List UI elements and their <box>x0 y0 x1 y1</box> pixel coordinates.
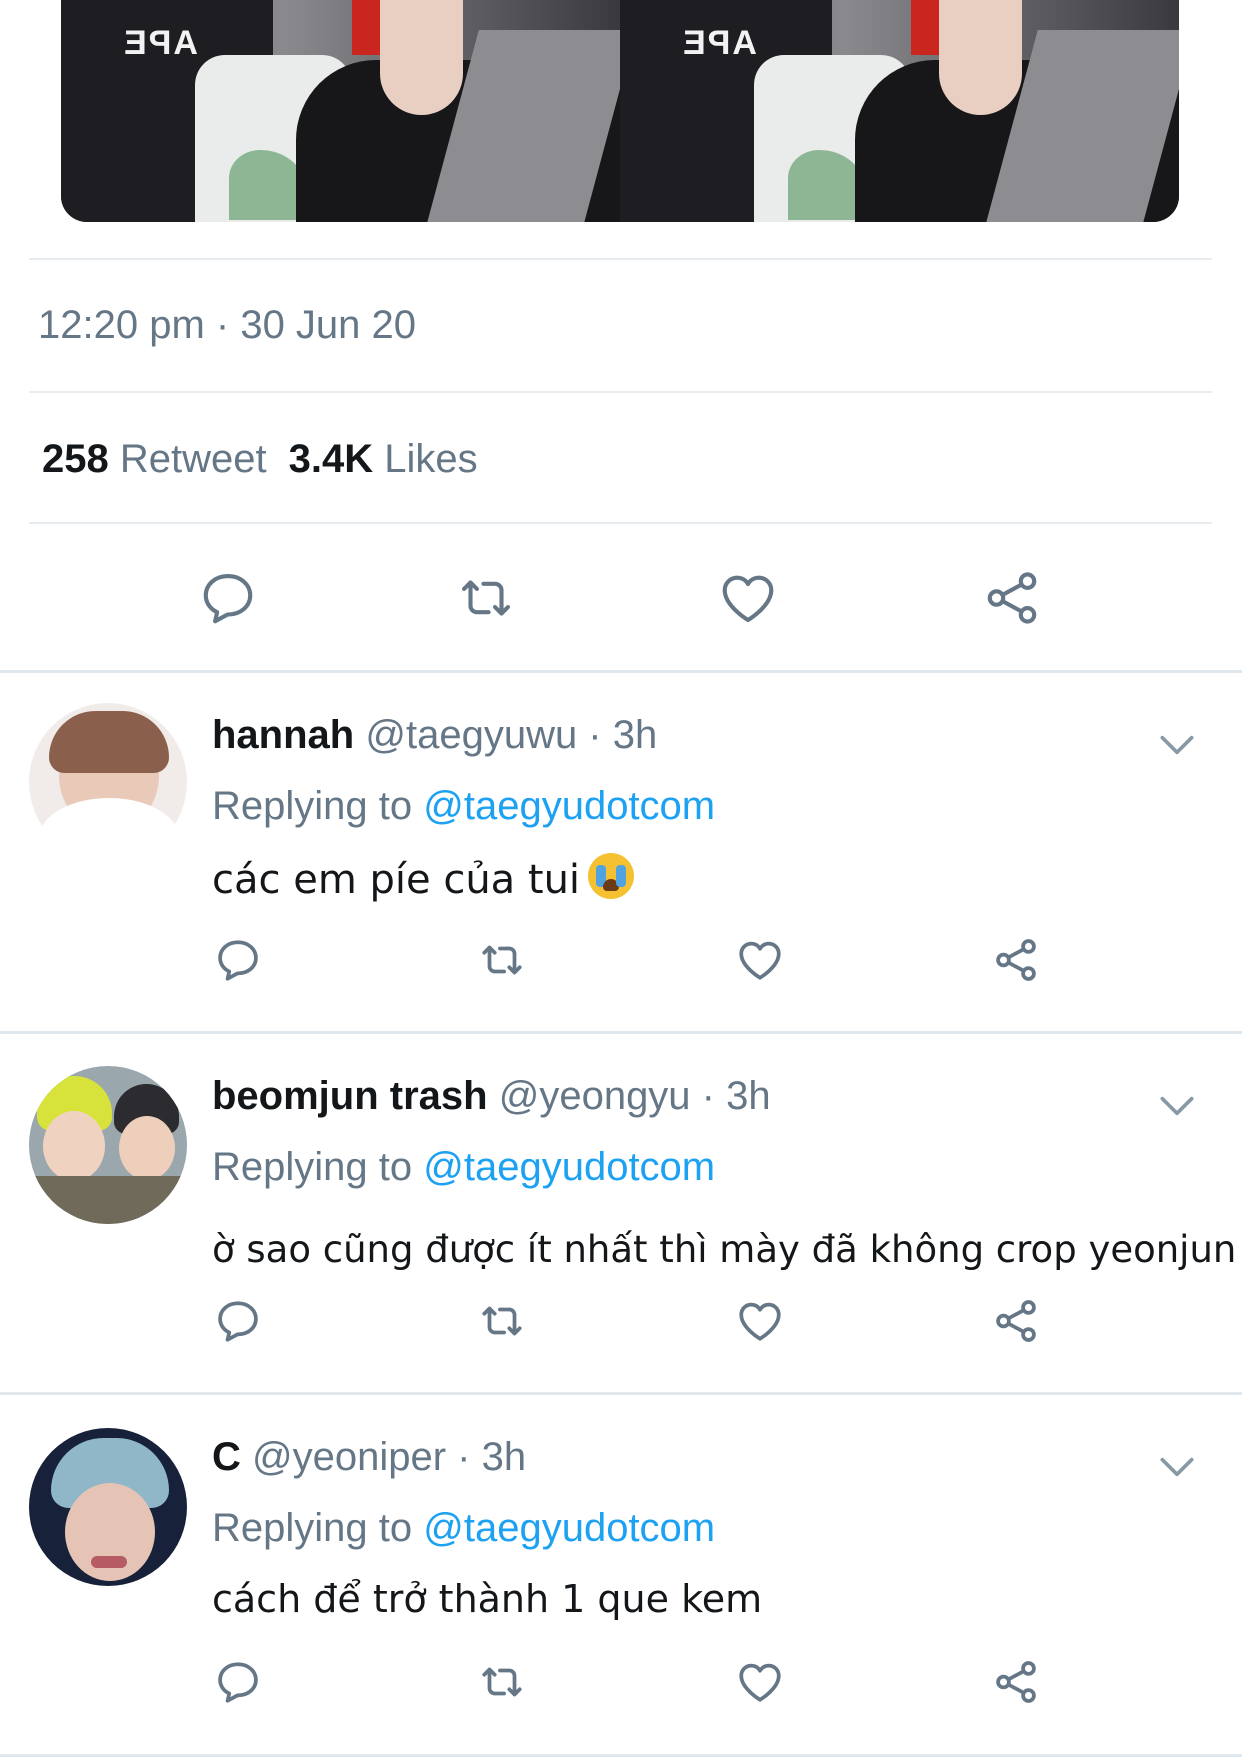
like-button[interactable] <box>720 1281 800 1361</box>
reply-header: C @yeoniper · 3h <box>212 1435 526 1480</box>
replying-handle-link[interactable]: @taegyudotcom <box>423 1506 715 1550</box>
display-name[interactable]: beomjun trash <box>212 1074 488 1118</box>
tweet-action-bar <box>0 558 1242 638</box>
share-icon <box>996 1300 1036 1342</box>
share-button[interactable] <box>976 920 1056 1000</box>
heart-icon <box>722 575 774 623</box>
reply-button[interactable] <box>198 920 278 1000</box>
reply-icon <box>218 1301 258 1342</box>
retweet-icon <box>482 1306 522 1336</box>
retweet-icon <box>461 580 511 616</box>
avatar[interactable] <box>29 1066 187 1224</box>
section-divider <box>0 1754 1242 1757</box>
avatar[interactable] <box>29 703 187 861</box>
reply-header: beomjun trash @yeongyu · 3h <box>212 1074 771 1119</box>
avatar[interactable] <box>29 1428 187 1586</box>
reply-text: các em píe của tui <box>212 853 635 903</box>
reply-tweet[interactable]: hannah @taegyuwu · 3h Replying to @taegy… <box>0 673 1242 1028</box>
reply-icon <box>218 1662 258 1703</box>
like-label: Likes <box>384 437 478 481</box>
replying-handle-link[interactable]: @taegyudotcom <box>423 784 715 828</box>
replying-to: Replying to @taegyudotcom <box>212 1506 715 1551</box>
reply-text: ờ sao cũng được ít nhất thì mày đã không… <box>212 1228 1237 1271</box>
reply-text: cách để trở thành 1 que kem <box>212 1577 763 1621</box>
chevron-down-icon[interactable] <box>1155 1445 1199 1489</box>
ape-logo: APE <box>122 24 199 62</box>
reply-icon <box>203 573 253 624</box>
tweet-photo-right[interactable]: APE <box>620 0 1179 222</box>
chevron-down-icon[interactable] <box>1155 723 1199 767</box>
reply-button[interactable] <box>188 558 268 638</box>
reply-action-bar <box>0 920 1242 1000</box>
reply-action-bar <box>0 1642 1242 1722</box>
handle-and-time: @taegyuwu · 3h <box>365 713 658 757</box>
reply-tweet[interactable]: beomjun trash @yeongyu · 3h Replying to … <box>0 1034 1242 1389</box>
like-button[interactable] <box>720 920 800 1000</box>
replying-prefix: Replying to <box>212 1506 413 1550</box>
replying-prefix: Replying to <box>212 1145 413 1189</box>
retweet-count: 258 <box>42 437 109 481</box>
replying-handle-link[interactable]: @taegyudotcom <box>423 1145 715 1189</box>
handle-and-time: @yeongyu · 3h <box>498 1074 771 1118</box>
retweet-button[interactable] <box>462 1642 542 1722</box>
like-button[interactable] <box>720 1642 800 1722</box>
ape-logo: APE <box>681 24 758 62</box>
retweet-button[interactable] <box>446 558 526 638</box>
retweet-stat[interactable]: 258 Retweet <box>42 437 267 481</box>
retweet-icon <box>482 945 522 975</box>
divider <box>29 391 1212 393</box>
chevron-down-icon[interactable] <box>1155 1084 1199 1128</box>
like-button[interactable] <box>708 558 788 638</box>
display-name[interactable]: C <box>212 1435 241 1479</box>
tweet-stats: 258 Retweet 3.4K Likes <box>42 437 478 482</box>
reply-button[interactable] <box>198 1281 278 1361</box>
reply-button[interactable] <box>198 1642 278 1722</box>
retweet-icon <box>482 1667 522 1697</box>
reply-icon <box>218 940 258 981</box>
display-name[interactable]: hannah <box>212 713 354 757</box>
share-icon <box>996 1661 1036 1703</box>
share-button[interactable] <box>972 558 1052 638</box>
reply-action-bar <box>0 1281 1242 1361</box>
heart-icon <box>739 1302 781 1341</box>
reply-header: hannah @taegyuwu · 3h <box>212 713 657 758</box>
share-icon <box>987 572 1037 624</box>
reply-tweet[interactable]: C @yeoniper · 3h Replying to @taegyudotc… <box>0 1395 1242 1750</box>
reply-text-content: các em píe của tui <box>212 857 581 903</box>
like-stat[interactable]: 3.4K Likes <box>289 437 478 481</box>
heart-icon <box>739 941 781 980</box>
share-button[interactable] <box>976 1642 1056 1722</box>
replying-to: Replying to @taegyudotcom <box>212 1145 715 1190</box>
replying-to: Replying to @taegyudotcom <box>212 784 715 829</box>
retweet-button[interactable] <box>462 1281 542 1361</box>
replying-prefix: Replying to <box>212 784 413 828</box>
tweet-media[interactable]: APE APE <box>61 0 1179 222</box>
tweet-photo-left[interactable]: APE <box>61 0 620 222</box>
heart-icon <box>739 1663 781 1702</box>
tweet-timestamp: 12:20 pm · 30 Jun 20 <box>38 303 417 347</box>
divider <box>29 258 1212 260</box>
retweet-label: Retweet <box>119 437 267 481</box>
crying-face-icon <box>588 853 635 899</box>
share-button[interactable] <box>976 1281 1056 1361</box>
handle-and-time: @yeoniper · 3h <box>252 1435 527 1479</box>
divider <box>29 522 1212 524</box>
like-count: 3.4K <box>288 437 374 481</box>
share-icon <box>996 939 1036 981</box>
retweet-button[interactable] <box>462 920 542 1000</box>
